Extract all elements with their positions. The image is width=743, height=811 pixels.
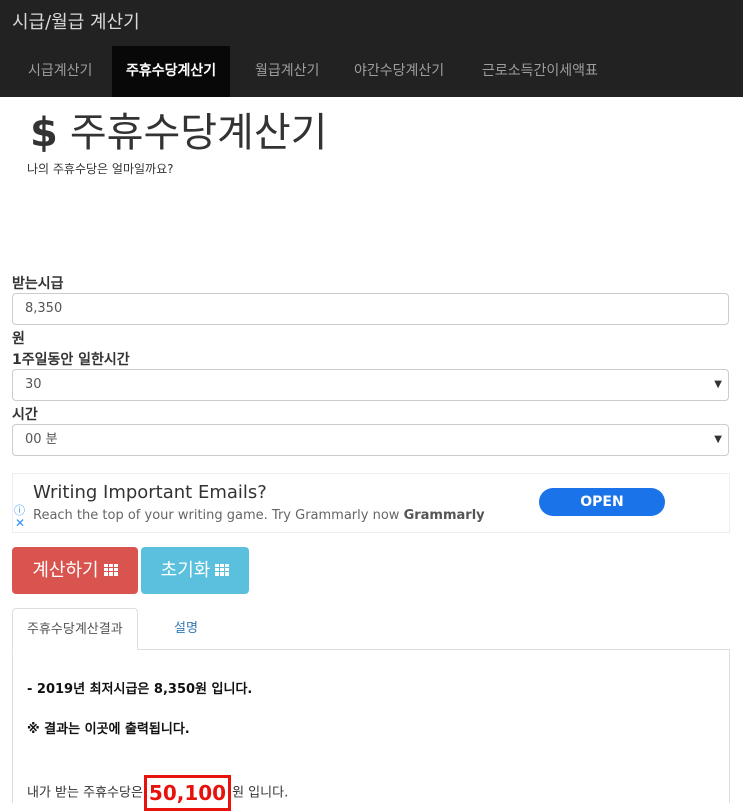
ad-open-button[interactable]: OPEN bbox=[539, 488, 665, 516]
minutes-select-value: 00 분 bbox=[25, 432, 58, 447]
reset-button[interactable]: 초기화 bbox=[141, 547, 249, 594]
hours-select[interactable]: 30 ▼ bbox=[12, 369, 729, 401]
calculate-button-label: 계산하기 bbox=[32, 560, 99, 581]
grid-icon bbox=[103, 564, 118, 576]
nav-tab-hourly[interactable]: 시급계산기 bbox=[14, 46, 106, 97]
hours-select-value: 30 bbox=[25, 377, 42, 392]
page-title: $ 주휴수당계산기 bbox=[30, 100, 327, 158]
tab-result[interactable]: 주휴수당계산결과 bbox=[12, 608, 138, 650]
result-line: 내가 받는 주휴수당은 50,100 원 입니다. bbox=[27, 775, 288, 811]
app-brand[interactable]: 시급/월급 계산기 bbox=[12, 8, 140, 34]
page-subtitle: 나의 주휴수당은 얼마일까요? bbox=[27, 162, 174, 176]
close-icon[interactable]: ✕ bbox=[15, 516, 25, 530]
minutes-select[interactable]: 00 분 ▼ bbox=[12, 424, 729, 456]
result-prefix: 내가 받는 주휴수당은 bbox=[27, 785, 143, 801]
result-amount: 50,100 bbox=[143, 775, 232, 811]
min-wage-note: - 2019년 최저시급은 8,350원 입니다. bbox=[27, 682, 253, 697]
ad-description-text: Reach the top of your writing game. Try … bbox=[33, 508, 400, 523]
chevron-down-icon: ▼ bbox=[714, 379, 722, 390]
wage-label: 받는시급 bbox=[12, 276, 64, 292]
calculate-button[interactable]: 계산하기 bbox=[12, 547, 138, 594]
nav-tab-monthly[interactable]: 월급계산기 bbox=[241, 46, 333, 97]
nav-tab-tax-table[interactable]: 근로소득간이세액표 bbox=[468, 46, 612, 97]
chevron-down-icon: ▼ bbox=[714, 434, 722, 445]
wage-input[interactable]: 8,350 bbox=[12, 293, 729, 325]
output-note: ※ 결과는 이곳에 출력됩니다. bbox=[27, 722, 190, 737]
reset-button-label: 초기화 bbox=[160, 560, 211, 581]
dollar-icon: $ bbox=[30, 110, 58, 156]
ad-description[interactable]: Reach the top of your writing game. Try … bbox=[33, 508, 485, 523]
tab-description[interactable]: 설명 bbox=[160, 608, 212, 650]
ad-brand: Grammarly bbox=[403, 508, 485, 523]
ad-title[interactable]: Writing Important Emails? bbox=[33, 482, 267, 503]
page-title-text: 주휴수당계산기 bbox=[69, 110, 328, 156]
wage-unit: 원 bbox=[12, 331, 25, 347]
nav-tab-weekly-holiday[interactable]: 주휴수당계산기 bbox=[112, 46, 231, 97]
grid-icon bbox=[215, 564, 230, 576]
hours-unit: 시간 bbox=[12, 407, 38, 423]
top-navbar: 시급/월급 계산기 시급계산기 주휴수당계산기 월급계산기 야간수당계산기 근로… bbox=[0, 0, 743, 97]
ad-banner[interactable]: Writing Important Emails? Reach the top … bbox=[12, 473, 730, 533]
result-suffix: 원 입니다. bbox=[232, 785, 289, 801]
nav-tab-night[interactable]: 야간수당계산기 bbox=[340, 46, 458, 97]
hours-label: 1주일동안 일한시간 bbox=[12, 352, 130, 368]
